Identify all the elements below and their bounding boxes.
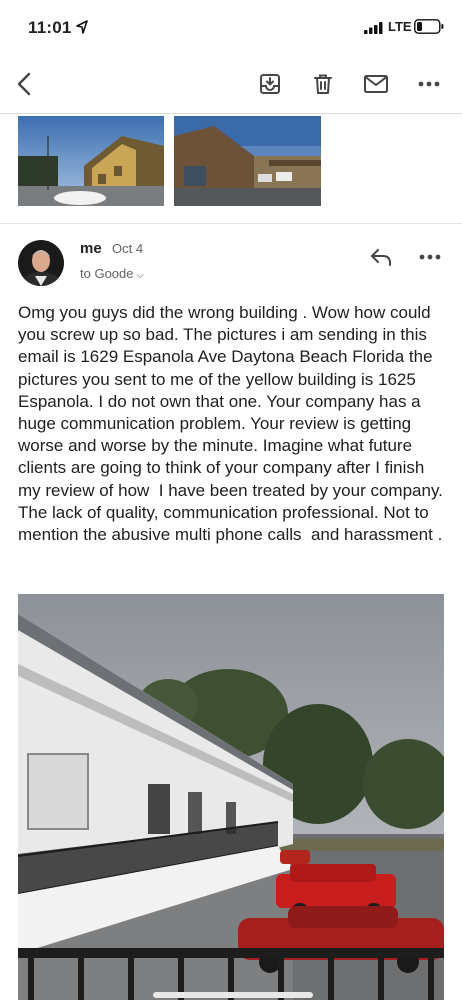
building-photo bbox=[174, 116, 321, 206]
chevron-down-icon: ⌵ bbox=[136, 270, 145, 281]
message-body: Omg you guys did the wrong building . Wo… bbox=[18, 303, 448, 545]
trash-icon bbox=[314, 74, 332, 94]
building-photo bbox=[18, 116, 164, 206]
reply-icon bbox=[371, 249, 391, 266]
attachment-thumbnail[interactable] bbox=[174, 116, 321, 206]
apartment-building-photo bbox=[18, 594, 444, 1000]
network-type: LTE bbox=[388, 19, 412, 34]
more-horizontal-icon bbox=[418, 81, 440, 87]
location-arrow-icon bbox=[76, 20, 88, 34]
message-date: Oct 4 bbox=[112, 241, 144, 256]
message-header: me Oct 4 to Goode ⌵ bbox=[0, 224, 462, 296]
back-button[interactable] bbox=[12, 71, 38, 97]
battery-icon bbox=[414, 19, 444, 34]
recipient-label: to Goode bbox=[80, 266, 134, 281]
more-horizontal-icon bbox=[419, 254, 441, 260]
message-photo[interactable] bbox=[18, 594, 444, 1000]
previous-message-attachments bbox=[0, 114, 462, 224]
recipient-details-toggle[interactable]: to Goode ⌵ bbox=[80, 266, 144, 281]
avatar[interactable] bbox=[18, 240, 64, 286]
mail-icon bbox=[364, 75, 388, 93]
attachment-thumbnail[interactable] bbox=[18, 116, 164, 206]
status-time: 11:01 bbox=[28, 18, 72, 37]
reply-button[interactable] bbox=[368, 244, 394, 270]
chevron-left-icon bbox=[17, 72, 31, 96]
sender-photo bbox=[18, 240, 64, 286]
status-bar: 11:01 LTE bbox=[0, 0, 462, 56]
archive-button[interactable] bbox=[257, 71, 283, 97]
more-options-button[interactable] bbox=[416, 71, 442, 97]
message-toolbar bbox=[0, 56, 462, 114]
message-more-button[interactable] bbox=[416, 244, 444, 270]
cellular-signal-icon bbox=[364, 22, 383, 34]
mark-unread-button[interactable] bbox=[363, 71, 389, 97]
archive-icon bbox=[260, 74, 280, 94]
sender-name: me bbox=[80, 240, 102, 257]
delete-button[interactable] bbox=[310, 71, 336, 97]
